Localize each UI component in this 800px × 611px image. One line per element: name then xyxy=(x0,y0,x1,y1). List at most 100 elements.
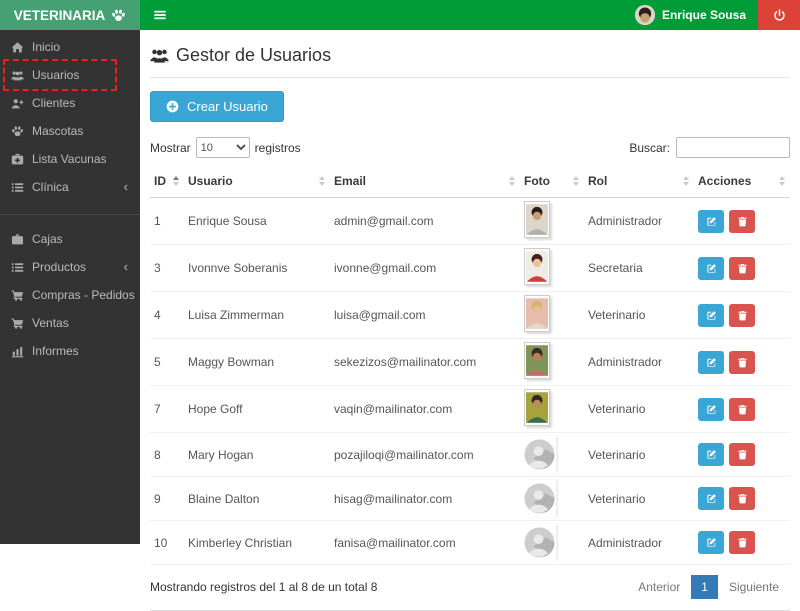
paw-icon xyxy=(111,8,126,23)
sidebar-toggle-button[interactable] xyxy=(140,0,180,30)
delete-user-button[interactable] xyxy=(729,531,755,554)
user-photo xyxy=(524,389,550,426)
pagination: Anterior 1 Siguiente xyxy=(627,575,790,599)
cell-email: fanisa@mailinator.com xyxy=(330,520,520,565)
sidebar-item-inicio[interactable]: Inicio xyxy=(0,30,140,61)
medkit-icon xyxy=(11,153,24,166)
cell-email: pozajiloqi@mailinator.com xyxy=(330,432,520,477)
cell-email: admin@gmail.com xyxy=(330,197,520,245)
sidebar-item-lista-vacunas[interactable]: Lista Vacunas xyxy=(0,145,140,173)
sidebar-item-usuarios[interactable]: Usuarios xyxy=(0,59,140,91)
edit-icon xyxy=(706,357,717,368)
search-input[interactable] xyxy=(676,137,790,158)
person-silhouette-icon xyxy=(524,439,555,470)
edit-user-button[interactable] xyxy=(698,350,724,374)
plus-circle-icon xyxy=(166,100,179,113)
cell-rol: Veterinario xyxy=(584,291,694,339)
cell-foto xyxy=(520,197,584,245)
sort-icon xyxy=(779,176,785,186)
sidebar-item-clientes[interactable]: Clientes xyxy=(0,89,140,117)
sort-icon xyxy=(509,176,515,186)
edit-user-button[interactable] xyxy=(698,531,724,554)
sidebar-divider xyxy=(0,214,140,215)
shopping-cart-icon xyxy=(11,289,24,302)
edit-icon xyxy=(706,216,717,227)
column-header-rol[interactable]: Rol xyxy=(584,165,694,198)
sidebar-item-label: Compras - Pedidos xyxy=(32,288,135,302)
column-header-usuario[interactable]: Usuario xyxy=(184,165,330,198)
pagination-previous[interactable]: Anterior xyxy=(627,575,691,599)
edit-user-button[interactable] xyxy=(698,303,724,327)
table-row: 1 Enrique Sousa admin@gmail.com Administrad… xyxy=(150,197,790,245)
sidebar-item-label: Inicio xyxy=(32,40,61,54)
sidebar-item-label: Clientes xyxy=(32,96,76,110)
edit-user-button[interactable] xyxy=(698,256,724,280)
edit-icon xyxy=(706,537,717,548)
sidebar-item-mascotas[interactable]: Mascotas xyxy=(0,117,140,145)
list-icon xyxy=(11,181,24,194)
sidebar-item-productos[interactable]: Productos ‹ xyxy=(0,253,140,281)
delete-user-button[interactable] xyxy=(729,397,755,421)
sidebar-item-label: Cajas xyxy=(32,232,63,246)
sidebar-item-label: Mascotas xyxy=(32,124,84,138)
column-header-acciones[interactable]: Acciones xyxy=(694,165,790,198)
column-header-email[interactable]: Email xyxy=(330,165,520,198)
delete-user-button[interactable] xyxy=(729,487,755,510)
cell-rol: Veterinario xyxy=(584,385,694,433)
edit-user-button[interactable] xyxy=(698,443,724,466)
table-row: 4 Luisa Zimmerman luisa@gmail.com Veterinar… xyxy=(150,291,790,339)
edit-icon xyxy=(706,493,717,504)
delete-user-button[interactable] xyxy=(729,303,755,327)
pagination-next[interactable]: Siguiente xyxy=(718,575,790,599)
edit-user-button[interactable] xyxy=(698,487,724,510)
column-header-id[interactable]: ID xyxy=(150,165,184,198)
cell-foto xyxy=(520,244,584,292)
user-photo-placeholder xyxy=(524,524,556,561)
user-menu[interactable]: Enrique Sousa xyxy=(623,5,758,25)
table-row: 5 Maggy Bowman sekezizos@mailinator.com Adm… xyxy=(150,338,790,386)
sidebar-item-compras-pedidos[interactable]: Compras - Pedidos xyxy=(0,281,140,309)
cell-id: 7 xyxy=(150,385,184,433)
cell-email: ivonne@gmail.com xyxy=(330,244,520,292)
sidebar-item-label: Clínica xyxy=(32,180,69,194)
edit-user-button[interactable] xyxy=(698,209,724,233)
cell-usuario: Ivonnve Soberanis xyxy=(184,244,330,292)
cell-email: sekezizos@mailinator.com xyxy=(330,338,520,386)
cell-acciones xyxy=(694,338,790,386)
cell-email: vaqin@mailinator.com xyxy=(330,385,520,433)
cell-acciones xyxy=(694,476,790,521)
sidebar-item-cajas[interactable]: Cajas xyxy=(0,225,140,253)
cell-email: hisag@mailinator.com xyxy=(330,476,520,521)
sidebar-item-clinica[interactable]: Clínica ‹ xyxy=(0,173,140,201)
brand-logo[interactable]: VETERINARIA xyxy=(0,0,140,30)
length-select[interactable]: 10 xyxy=(195,137,250,158)
user-photo-image xyxy=(526,392,548,423)
cell-id: 10 xyxy=(150,520,184,565)
table-header-row: ID Usuario Email Foto Rol Acciones xyxy=(150,165,790,198)
logout-button[interactable] xyxy=(758,0,800,30)
page-title: Gestor de Usuarios xyxy=(150,38,790,78)
delete-user-button[interactable] xyxy=(729,209,755,233)
pagination-page-1[interactable]: 1 xyxy=(691,575,718,599)
sidebar-item-ventas[interactable]: Ventas xyxy=(0,309,140,337)
table-row: 3 Ivonnve Soberanis ivonne@gmail.com Secret… xyxy=(150,244,790,292)
delete-user-button[interactable] xyxy=(729,443,755,466)
cell-acciones xyxy=(694,432,790,477)
sidebar-item-informes[interactable]: Informes xyxy=(0,337,140,365)
user-photo-image xyxy=(526,298,548,329)
cell-acciones xyxy=(694,385,790,433)
cell-foto xyxy=(520,432,584,477)
shopping-cart-icon xyxy=(11,317,24,330)
create-user-button[interactable]: Crear Usuario xyxy=(150,91,284,122)
sidebar-item-label: Informes xyxy=(32,344,79,358)
column-header-foto[interactable]: Foto xyxy=(520,165,584,198)
search-control: Buscar: xyxy=(629,137,790,158)
cell-acciones xyxy=(694,291,790,339)
delete-user-button[interactable] xyxy=(729,256,755,280)
cell-id: 8 xyxy=(150,432,184,477)
user-name: Enrique Sousa xyxy=(661,8,746,22)
delete-user-button[interactable] xyxy=(729,350,755,374)
navbar: Enrique Sousa xyxy=(140,0,800,30)
table-row: 7 Hope Goff vaqin@mailinator.com Veterinari… xyxy=(150,385,790,433)
edit-user-button[interactable] xyxy=(698,397,724,421)
